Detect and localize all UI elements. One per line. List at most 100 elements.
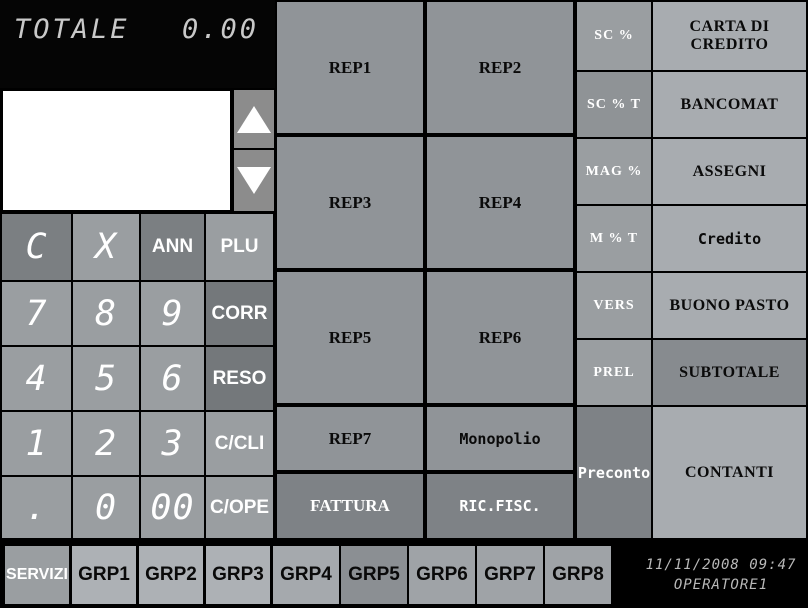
keypad-key-6[interactable]: 6: [141, 347, 204, 410]
department-button-fattura[interactable]: FATTURA: [277, 474, 423, 538]
keypad-key-c-cli[interactable]: C/CLI: [206, 412, 273, 475]
payment-button-label: ASSEGNI: [692, 162, 767, 180]
triangle-down-icon: [237, 167, 271, 194]
keypad-key-label: 00: [150, 487, 195, 528]
keypad-key-8[interactable]: 8: [73, 282, 139, 345]
function-button-label: SC % T: [587, 96, 641, 112]
group-button-grp5[interactable]: GRP5: [341, 546, 407, 604]
department-button-label: RIC.FISC.: [459, 497, 541, 515]
group-button-grp3[interactable]: GRP3: [206, 546, 270, 604]
keypad-key-label: ANN: [151, 236, 194, 257]
payment-button-label: SUBTOTALE: [679, 363, 780, 381]
department-button-rep7[interactable]: REP7: [277, 407, 423, 470]
payment-button-label: CARTA DI CREDITO: [689, 18, 770, 53]
group-button-grp7[interactable]: GRP7: [477, 546, 543, 604]
group-button-grp1[interactable]: GRP1: [72, 546, 136, 604]
keypad-key-x[interactable]: X: [73, 214, 139, 280]
group-button-grp6[interactable]: GRP6: [409, 546, 475, 604]
department-button-rep4[interactable]: REP4: [427, 137, 573, 268]
scroll-down-button[interactable]: [234, 150, 274, 211]
keypad-key-4[interactable]: 4: [2, 347, 71, 410]
payment-button-carta-di-credito[interactable]: CARTA DI CREDITO: [653, 2, 806, 70]
keypad-key-button[interactable]: .: [2, 477, 71, 538]
keypad-key-label: 9: [161, 293, 184, 334]
payment-button-bancomat[interactable]: BANCOMAT: [653, 72, 806, 137]
department-button-ric-fisc[interactable]: RIC.FISC.: [427, 474, 573, 538]
payment-button-label: CONTANTI: [684, 463, 775, 481]
department-button-label: FATTURA: [310, 496, 390, 515]
keypad-key-plu[interactable]: PLU: [206, 214, 273, 280]
keypad-key-corr[interactable]: CORR: [206, 282, 273, 345]
receipt-item-list[interactable]: [2, 90, 231, 211]
keypad-key-0[interactable]: 0: [73, 477, 139, 538]
function-button-mag[interactable]: MAG %: [577, 139, 651, 204]
keypad-key-label: 7: [25, 293, 48, 334]
group-button-grp2[interactable]: GRP2: [139, 546, 203, 604]
keypad-key-label: 3: [161, 423, 184, 464]
group-button-label: GRP2: [145, 564, 197, 585]
function-button-preconto[interactable]: Preconto: [577, 407, 651, 538]
payment-button-contanti[interactable]: CONTANTI: [653, 407, 806, 538]
department-button-rep1[interactable]: REP1: [277, 2, 423, 133]
status-operator: OPERATORE1: [673, 577, 769, 593]
group-button-label: GRP7: [484, 564, 536, 585]
function-button-sc-t[interactable]: SC % T: [577, 72, 651, 137]
keypad-key-label: 4: [25, 358, 48, 399]
function-button-prel[interactable]: PREL: [577, 340, 651, 405]
group-button-grp4[interactable]: GRP4: [273, 546, 339, 604]
keypad-key-1[interactable]: 1: [2, 412, 71, 475]
payment-button-label: BUONO PASTO: [669, 296, 790, 314]
group-button-servizi[interactable]: SERVIZI: [2, 543, 72, 607]
keypad-key-c[interactable]: C: [2, 214, 71, 280]
keypad-key-label: 5: [94, 358, 118, 399]
payment-button-buono-pasto[interactable]: BUONO PASTO: [653, 273, 806, 338]
keypad-key-label: 6: [161, 358, 184, 399]
keypad-key-2[interactable]: 2: [73, 412, 139, 475]
keypad-key-9[interactable]: 9: [141, 282, 204, 345]
function-button-label: Preconto: [577, 463, 651, 482]
function-button-sc[interactable]: SC %: [577, 2, 651, 70]
group-button-grp8[interactable]: GRP8: [545, 546, 611, 604]
department-button-rep5[interactable]: REP5: [277, 272, 423, 403]
keypad-key-00[interactable]: 00: [141, 477, 204, 538]
total-display-panel: TOTALE 0.00: [0, 0, 275, 88]
department-button-label: REP1: [328, 57, 372, 77]
keypad-key-label: C/CLI: [214, 432, 265, 454]
keypad-key-label: .: [25, 487, 48, 528]
keypad-key-label: CORR: [211, 302, 268, 324]
keypad-key-label: 1: [25, 423, 48, 464]
status-datetime: 11/11/2008 09:47: [645, 557, 797, 573]
keypad-key-c-ope[interactable]: C/OPE: [206, 477, 273, 538]
payment-button-label: BANCOMAT: [680, 95, 779, 113]
group-button-label: GRP8: [552, 564, 604, 585]
keypad-key-5[interactable]: 5: [73, 347, 139, 410]
keypad-key-label: PLU: [220, 236, 259, 257]
keypad-key-label: 2: [94, 423, 118, 464]
department-button-rep3[interactable]: REP3: [277, 137, 423, 268]
department-button-rep2[interactable]: REP2: [427, 2, 573, 133]
scroll-up-button[interactable]: [234, 90, 274, 148]
payment-button-assegni[interactable]: ASSEGNI: [653, 139, 806, 204]
status-display-panel: 11/11/2008 09:47 OPERATORE1: [634, 542, 808, 608]
function-button-label: PREL: [593, 364, 635, 380]
payment-button-credito[interactable]: Credito: [653, 206, 806, 271]
keypad-key-7[interactable]: 7: [2, 282, 71, 345]
department-button-label: Monopolio: [459, 429, 541, 448]
payment-button-subtotale[interactable]: SUBTOTALE: [653, 340, 806, 405]
total-value: 0.00: [181, 14, 259, 45]
department-button-label: REP6: [478, 327, 522, 347]
keypad-key-label: 8: [94, 293, 118, 334]
department-button-rep6[interactable]: REP6: [427, 272, 573, 403]
total-label: TOTALE: [14, 14, 130, 45]
keypad-key-label: X: [94, 227, 118, 267]
department-button-label: REP5: [328, 327, 372, 347]
group-button-label: GRP4: [280, 564, 332, 585]
department-button-monopolio[interactable]: Monopolio: [427, 407, 573, 470]
function-button-label: SC %: [594, 28, 634, 43]
function-button-label: VERS: [593, 297, 635, 313]
keypad-key-reso[interactable]: RESO: [206, 347, 273, 410]
function-button-m-t[interactable]: M % T: [577, 206, 651, 271]
keypad-key-3[interactable]: 3: [141, 412, 204, 475]
keypad-key-ann[interactable]: ANN: [141, 214, 204, 280]
function-button-vers[interactable]: VERS: [577, 273, 651, 338]
